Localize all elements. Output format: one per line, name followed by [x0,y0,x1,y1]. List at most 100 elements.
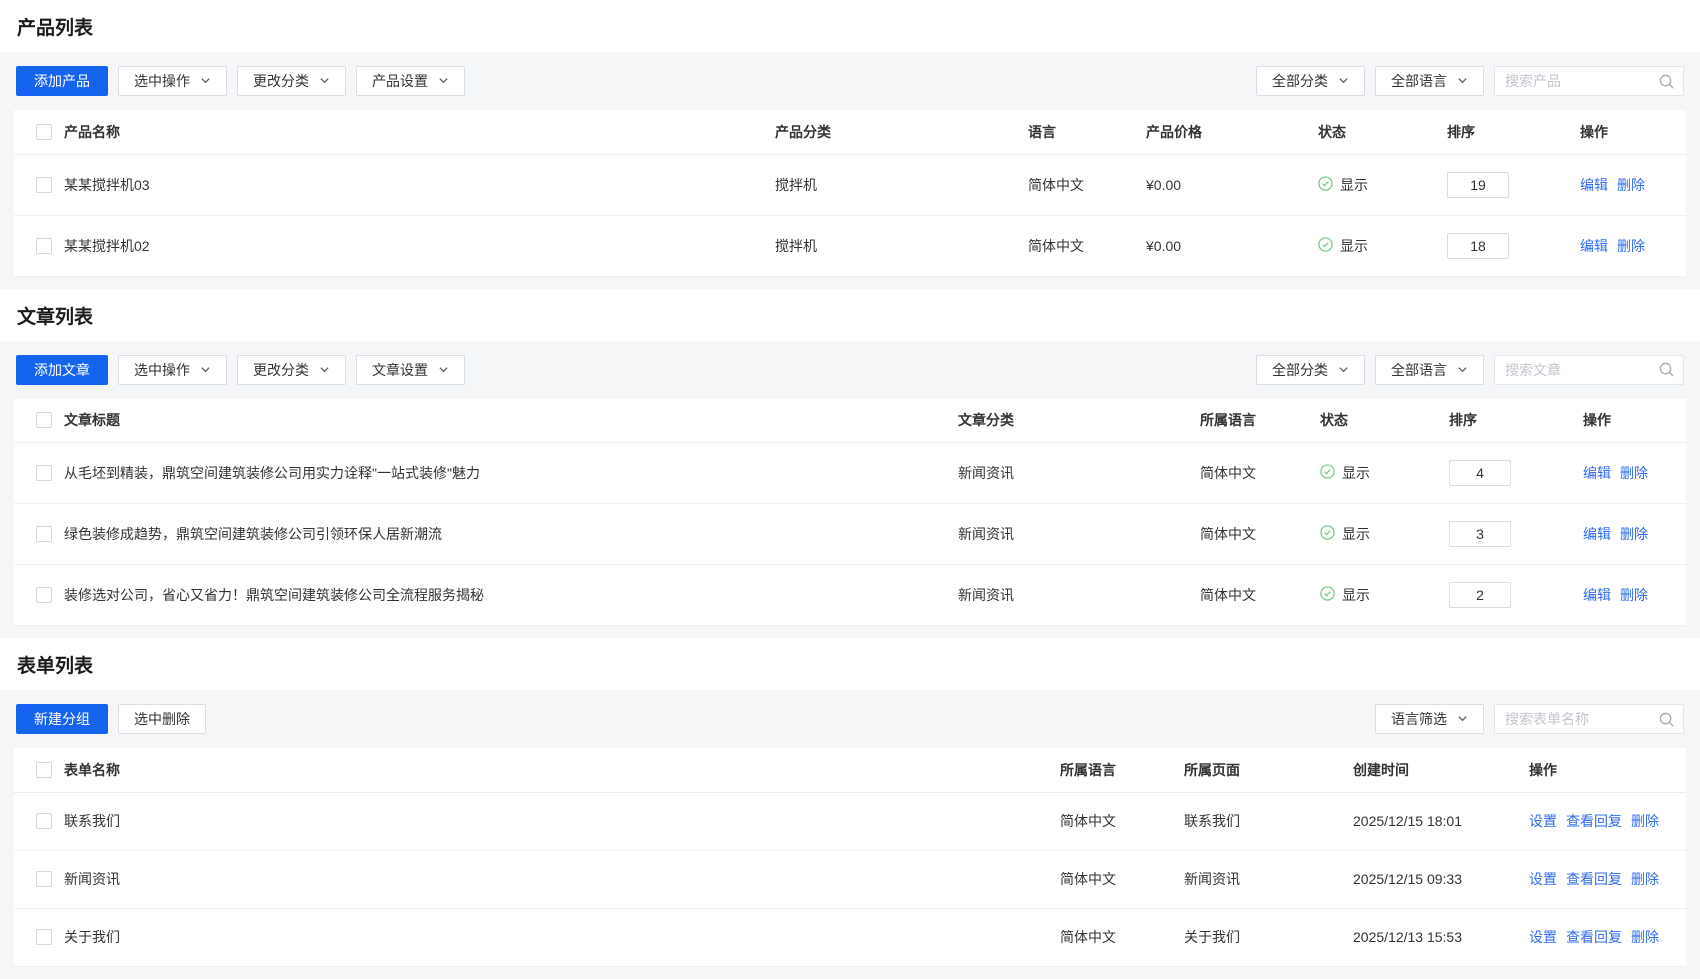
add-article-button[interactable]: 添加文章 [16,355,108,385]
form-table: 表单名称 所属语言 所属页面 创建时间 操作 联系我们 简体中文 联系我们 20… [14,748,1686,967]
row-checkbox[interactable] [36,177,52,193]
article-search-box [1494,355,1684,385]
product-change-category-dropdown[interactable]: 更改分类 [237,66,346,96]
col-header-sort: 排序 [1449,399,1583,443]
product-category-filter-dropdown[interactable]: 全部分类 [1256,66,1365,96]
row-checkbox[interactable] [36,871,52,887]
delete-link[interactable]: 删除 [1617,177,1645,193]
product-price: ¥0.00 [1146,154,1318,215]
article-section-title: 文章列表 [0,289,1700,341]
delete-link[interactable]: 删除 [1631,813,1659,829]
table-row: 从毛坯到精装，鼎筑空间建筑装修公司用实力诠释"一站式装修"魅力 新闻资讯 简体中… [14,443,1686,504]
form-page: 新闻资讯 [1184,850,1353,908]
product-category: 搅拌机 [775,154,1028,215]
article-change-category-dropdown[interactable]: 更改分类 [237,355,346,385]
row-checkbox[interactable] [36,238,52,254]
article-settings-dropdown[interactable]: 文章设置 [356,355,465,385]
product-name: 某某搅拌机03 [64,154,775,215]
delete-link[interactable]: 删除 [1620,587,1648,603]
article-title: 装修选对公司，省心又省力！鼎筑空间建筑装修公司全流程服务揭秘 [64,565,958,626]
new-group-button[interactable]: 新建分组 [16,704,108,734]
article-table: 文章标题 文章分类 所属语言 状态 排序 操作 从毛坯到精装，鼎筑空间建筑装修公… [14,399,1686,627]
status-label: 显示 [1340,236,1368,256]
article-section: 文章列表 添加文章 选中操作 更改分类 文章设置 全部分类 全部语言 [0,289,1700,639]
col-header-article-title: 文章标题 [64,399,958,443]
article-language-filter-dropdown[interactable]: 全部语言 [1375,355,1484,385]
chevron-down-icon [319,73,330,89]
article-batch-action-dropdown[interactable]: 选中操作 [118,355,227,385]
delete-link[interactable]: 删除 [1620,465,1648,481]
settings-link[interactable]: 设置 [1529,929,1557,945]
form-created: 2025/12/15 09:33 [1353,850,1529,908]
sort-input[interactable] [1447,233,1509,259]
form-language-filter-dropdown[interactable]: 语言筛选 [1375,704,1484,734]
form-section: 表单列表 新建分组 选中删除 语言筛选 表单名称 所属语言 [0,638,1700,979]
edit-link[interactable]: 编辑 [1583,465,1611,481]
edit-link[interactable]: 编辑 [1580,177,1608,193]
row-checkbox[interactable] [36,813,52,829]
settings-link[interactable]: 设置 [1529,813,1557,829]
form-page: 联系我们 [1184,792,1353,850]
article-select-all-checkbox[interactable] [36,412,52,428]
product-search-box [1494,66,1684,96]
product-category: 搅拌机 [775,215,1028,276]
delete-link[interactable]: 删除 [1631,871,1659,887]
search-icon[interactable] [1656,361,1683,378]
form-name: 关于我们 [64,908,1060,966]
status-badge: 显示 [1320,585,1370,605]
view-replies-link[interactable]: 查看回复 [1566,929,1622,945]
col-header-product-name: 产品名称 [64,110,775,154]
delete-selected-button[interactable]: 选中删除 [118,704,206,734]
dropdown-label: 全部分类 [1272,71,1328,91]
article-search-input[interactable] [1495,362,1656,378]
col-header-actions: 操作 [1529,748,1686,792]
status-label: 显示 [1340,175,1368,195]
edit-link[interactable]: 编辑 [1583,526,1611,542]
product-language-filter-dropdown[interactable]: 全部语言 [1375,66,1484,96]
table-row: 某某搅拌机03 搅拌机 简体中文 ¥0.00 显示 编辑删除 [14,154,1686,215]
article-table-header-row: 文章标题 文章分类 所属语言 状态 排序 操作 [14,399,1686,443]
edit-link[interactable]: 编辑 [1580,238,1608,254]
form-search-box [1494,704,1684,734]
article-category-filter-dropdown[interactable]: 全部分类 [1256,355,1365,385]
product-language: 简体中文 [1028,215,1146,276]
edit-link[interactable]: 编辑 [1583,587,1611,603]
row-checkbox[interactable] [36,929,52,945]
search-icon[interactable] [1656,73,1683,90]
row-checkbox[interactable] [36,526,52,542]
col-header-language: 所属语言 [1060,748,1184,792]
delete-link[interactable]: 删除 [1631,929,1659,945]
dropdown-label: 全部语言 [1391,71,1447,91]
product-panel: 添加产品 选中操作 更改分类 产品设置 全部分类 全部语言 产品名称 [0,52,1700,289]
product-settings-dropdown[interactable]: 产品设置 [356,66,465,96]
table-row: 新闻资讯 简体中文 新闻资讯 2025/12/15 09:33 设置查看回复删除 [14,850,1686,908]
form-search-input[interactable] [1495,711,1656,727]
check-circle-icon [1320,586,1335,604]
product-batch-action-dropdown[interactable]: 选中操作 [118,66,227,96]
row-checkbox[interactable] [36,587,52,603]
delete-link[interactable]: 删除 [1620,526,1648,542]
chevron-down-icon [438,73,449,89]
article-language: 简体中文 [1200,443,1320,504]
product-name: 某某搅拌机02 [64,215,775,276]
search-icon[interactable] [1656,711,1683,728]
product-select-all-checkbox[interactable] [36,124,52,140]
form-toolbar: 新建分组 选中删除 语言筛选 [14,704,1686,734]
product-language: 简体中文 [1028,154,1146,215]
sort-input[interactable] [1449,582,1511,608]
article-language: 简体中文 [1200,504,1320,565]
product-search-input[interactable] [1495,73,1656,89]
col-header-actions: 操作 [1583,399,1686,443]
row-checkbox[interactable] [36,465,52,481]
sort-input[interactable] [1447,172,1509,198]
status-badge: 显示 [1318,175,1368,195]
sort-input[interactable] [1449,521,1511,547]
form-select-all-checkbox[interactable] [36,762,52,778]
view-replies-link[interactable]: 查看回复 [1566,871,1622,887]
add-product-button[interactable]: 添加产品 [16,66,108,96]
article-toolbar-left: 添加文章 选中操作 更改分类 文章设置 [16,355,465,385]
view-replies-link[interactable]: 查看回复 [1566,813,1622,829]
settings-link[interactable]: 设置 [1529,871,1557,887]
sort-input[interactable] [1449,460,1511,486]
delete-link[interactable]: 删除 [1617,238,1645,254]
